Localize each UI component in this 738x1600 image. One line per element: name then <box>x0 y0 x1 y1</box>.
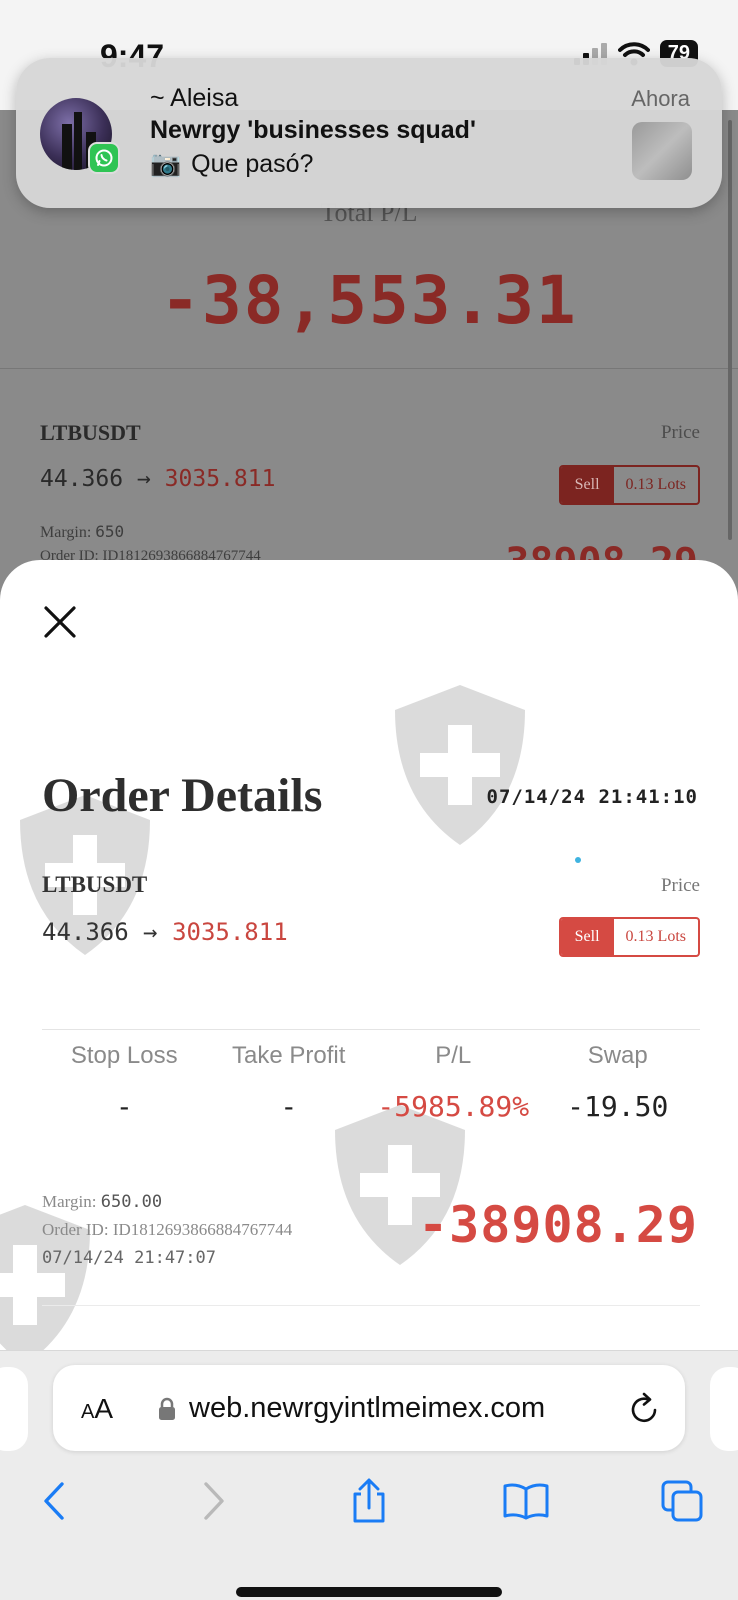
total-pl-value: -38,553.31 <box>160 262 578 339</box>
page-settings-button[interactable]: AA <box>81 1393 113 1425</box>
lock-icon <box>159 1397 175 1420</box>
bg-lots: 0.13 Lots <box>625 476 686 493</box>
camera-icon: 📷 <box>150 150 182 178</box>
stat-pl: P/L -5985.89% <box>377 1042 530 1123</box>
share-button[interactable] <box>341 1473 397 1529</box>
bg-side: Sell <box>560 467 614 503</box>
whatsapp-icon <box>88 142 120 174</box>
side-badge: Sell <box>560 919 614 955</box>
bookmarks-icon <box>503 1483 549 1520</box>
pl-value: -38908.29 <box>418 1196 698 1254</box>
stat-take-profit: Take Profit - <box>232 1042 346 1123</box>
notification-sender: ~ Aleisa <box>150 84 239 112</box>
home-indicator[interactable] <box>236 1587 502 1597</box>
notification-banner[interactable]: ~ Aleisa Newrgy 'businesses squad' 📷 Que… <box>16 58 722 208</box>
close-icon <box>44 606 76 638</box>
stat-stop-loss: Stop Loss - <box>70 1042 178 1123</box>
notification-group: Newrgy 'businesses squad' <box>150 116 476 144</box>
url-text: web.newrgyintlmeimex.com <box>189 1392 546 1424</box>
notification-time: Ahora <box>631 86 690 111</box>
arrow-right-icon: → <box>143 918 158 946</box>
divider <box>42 1029 700 1030</box>
page-title: Order Details <box>42 769 323 822</box>
order-stats: Stop Loss - Take Profit - P/L -5985.89% … <box>42 1042 700 1123</box>
address-bar[interactable]: AA web.newrgyintlmeimex.com <box>53 1365 685 1451</box>
symbol-label: LTBUSDT <box>42 872 148 897</box>
bg-symbol: LTBUSDT <box>40 420 141 445</box>
close-button[interactable] <box>38 600 82 644</box>
next-tab-preview[interactable] <box>710 1367 738 1451</box>
bg-current-price: 3035.811 <box>164 466 276 492</box>
bookmarks-button[interactable] <box>498 1473 554 1529</box>
tabs-button[interactable] <box>654 1473 710 1529</box>
open-price: 44.366 <box>42 918 129 946</box>
lots-badge: 0.13 Lots <box>625 928 686 945</box>
order-created-time: 07/14/24 21:47:07 <box>42 1248 216 1268</box>
previous-tab-preview[interactable] <box>0 1367 28 1451</box>
order-datetime: 07/14/24 21:41:10 <box>486 786 698 808</box>
scrollbar[interactable] <box>728 120 732 540</box>
position-badge: Sell 0.13 Lots <box>558 917 700 957</box>
divider <box>0 368 738 369</box>
bg-margin: Margin: 650 <box>40 522 125 541</box>
share-icon <box>353 1478 385 1523</box>
loading-dot <box>575 857 581 863</box>
tabs-icon <box>661 1480 703 1522</box>
order-id: Order ID: ID1812693866884767744 <box>42 1220 293 1239</box>
bg-price-change: 44.366 → 3035.811 <box>40 466 275 492</box>
forward-button[interactable] <box>186 1473 242 1529</box>
margin-info: Margin: 650.00 <box>42 1192 163 1212</box>
current-price: 3035.811 <box>172 918 288 946</box>
price-label: Price <box>660 875 700 896</box>
back-button[interactable] <box>26 1473 82 1529</box>
stat-swap: Swap -19.50 <box>567 1042 669 1123</box>
browser-toolbar <box>0 1461 738 1541</box>
bg-price-label: Price <box>660 422 700 443</box>
divider <box>42 1305 700 1306</box>
notification-thumbnail <box>632 122 692 180</box>
reload-icon[interactable] <box>629 1391 661 1425</box>
bg-open-price: 44.366 <box>40 466 124 492</box>
forward-icon <box>204 1482 224 1520</box>
arrow-right-icon: → <box>136 466 151 492</box>
notification-message: 📷 Que pasó? <box>150 150 314 178</box>
back-icon <box>44 1482 64 1520</box>
browser-chrome: AA web.newrgyintlmeimex.com <box>0 1350 738 1600</box>
bg-position-badge: Sell 0.13 Lots <box>558 465 700 505</box>
price-change: 44.366 → 3035.811 <box>42 918 288 946</box>
shield-watermark-icon <box>395 685 525 845</box>
